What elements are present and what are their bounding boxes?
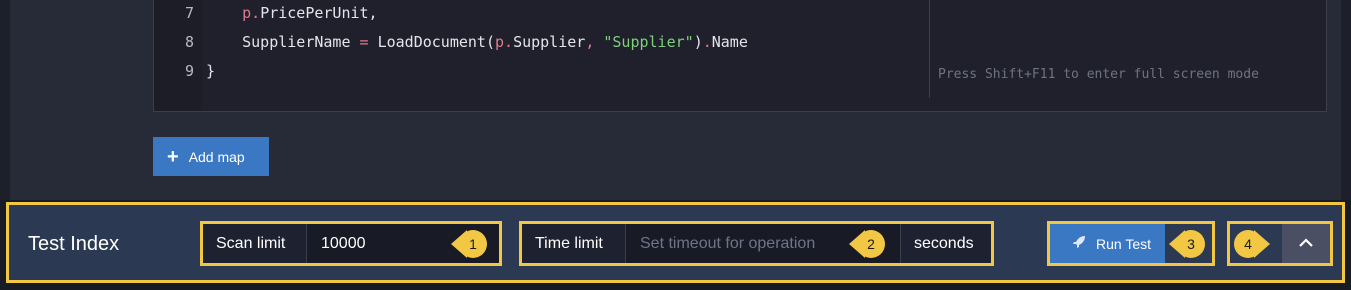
line-number-gutter: 7 8 9 xyxy=(154,0,202,111)
test-index-title: Test Index xyxy=(28,233,120,255)
code-line-9: } xyxy=(206,62,216,80)
right-gutter-strip xyxy=(1341,0,1351,200)
left-gutter-strip xyxy=(0,0,10,200)
line-number: 8 xyxy=(184,33,194,51)
plus-icon: + xyxy=(167,145,179,168)
code-line-7: p.PricePerUnit, xyxy=(242,4,378,22)
chevron-up-icon xyxy=(1298,235,1314,253)
line-number: 7 xyxy=(184,4,194,22)
scan-limit-label: Scan limit xyxy=(203,224,306,263)
run-test-button[interactable]: Run Test xyxy=(1050,224,1165,263)
callout-badge-4: 4 xyxy=(1234,230,1270,258)
run-test-group: Run Test 3 xyxy=(1047,221,1215,266)
callout-badge-3: 3 xyxy=(1169,230,1205,258)
add-map-label: Add map xyxy=(188,148,245,165)
editor-divider xyxy=(929,0,930,98)
collapse-panel-button[interactable] xyxy=(1282,224,1330,263)
run-test-label: Run Test xyxy=(1096,235,1151,252)
code-line-8: SupplierName = LoadDocument(p.Supplier, … xyxy=(242,33,748,51)
line-number: 9 xyxy=(184,62,194,80)
collapse-group: 4 xyxy=(1227,221,1333,266)
test-index-bar: Test Index Scan limit 10000 1 Time limit… xyxy=(6,202,1345,283)
time-limit-unit: seconds xyxy=(900,224,991,263)
rocket-icon xyxy=(1072,235,1086,252)
map-code-editor[interactable]: 7 8 9 p.PricePerUnit, SupplierName = Loa… xyxy=(153,0,1327,112)
fullscreen-hint: Press Shift+F11 to enter full screen mod… xyxy=(938,67,1259,82)
time-limit-group: Time limit Set timeout for operation 2 s… xyxy=(519,221,994,266)
callout-badge-1: 1 xyxy=(451,230,487,258)
time-limit-label: Time limit xyxy=(522,224,625,263)
scan-limit-group: Scan limit 10000 1 xyxy=(200,221,502,266)
add-map-button[interactable]: + Add map xyxy=(153,137,269,176)
callout-badge-2: 2 xyxy=(849,230,885,258)
index-definition-area: 7 8 9 p.PricePerUnit, SupplierName = Loa… xyxy=(0,0,1351,200)
